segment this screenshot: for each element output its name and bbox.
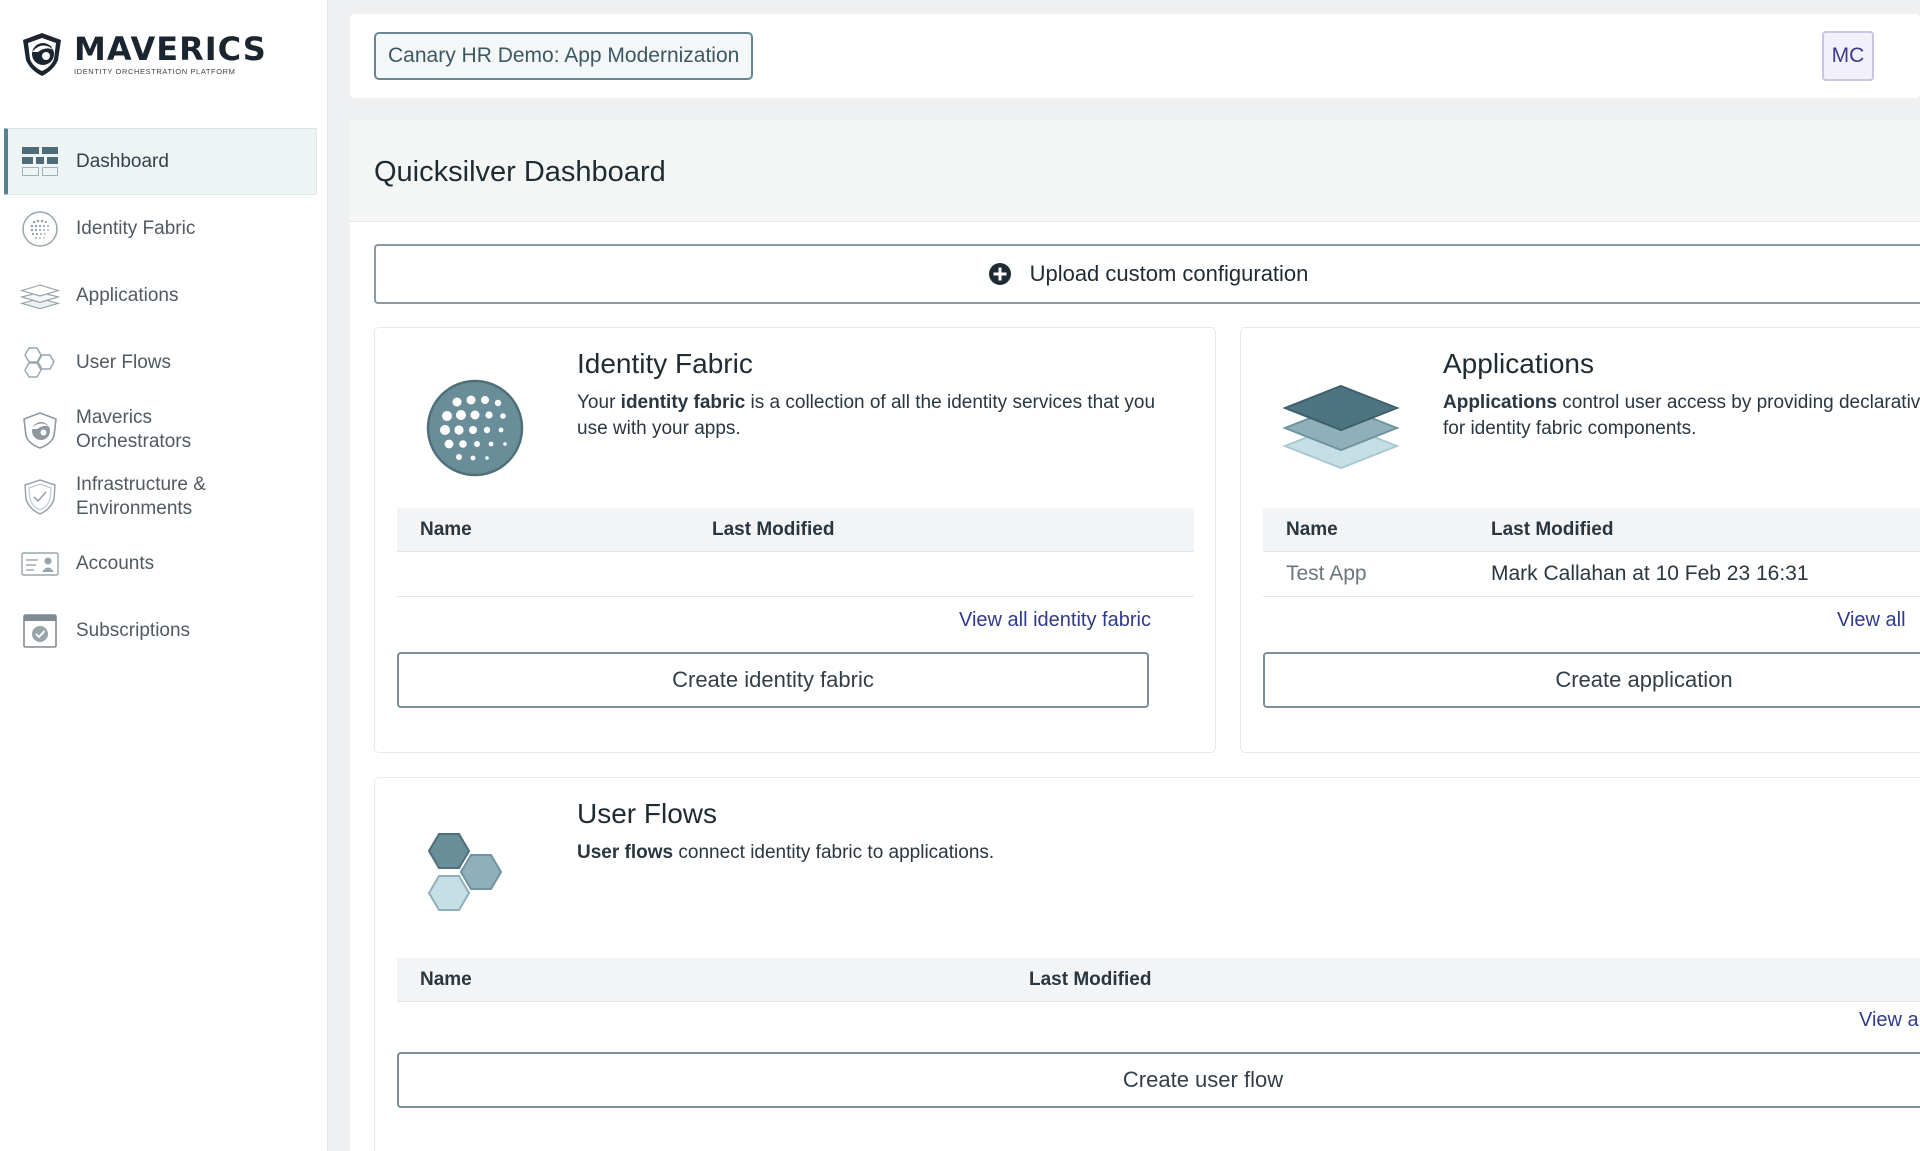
sidebar-item-label: Maverics Orchestrators	[76, 406, 192, 452]
desc-text: connect identity fabric to applications.	[673, 842, 995, 863]
upload-custom-configuration-button[interactable]: Upload custom configuration	[374, 244, 1920, 304]
app-root: MAVERICS IDENTITY ORCHESTRATION PLATFORM	[0, 0, 1920, 1151]
applications-table-header: Name Last Modified	[1263, 508, 1920, 552]
column-header-name[interactable]: Name	[420, 969, 472, 991]
column-header-last-modified[interactable]: Last Modified	[712, 519, 834, 541]
sidebar-item-applications[interactable]: Applications	[4, 262, 317, 329]
sidebar-item-subscriptions[interactable]: Subscriptions	[4, 597, 317, 664]
subscription-check-icon	[20, 611, 60, 651]
plus-circle-icon	[988, 263, 1011, 285]
workspace-selector-button[interactable]: Canary HR Demo: App Modernization	[374, 32, 754, 80]
dashboard-icon	[20, 142, 60, 182]
desc-bold: Applications	[1443, 392, 1558, 413]
page-title: Quicksilver Dashboard	[374, 156, 666, 188]
sidebar-item-label: User Flows	[76, 351, 172, 373]
user-avatar[interactable]: MC	[1822, 31, 1874, 81]
sidebar-item-dashboard[interactable]: Dashboard	[4, 128, 317, 195]
maverics-logo-icon	[23, 33, 61, 76]
table-row[interactable]: Test App Mark Callahan at 10 Feb 23 16:3…	[1263, 552, 1920, 597]
desc-bold: User flows	[577, 842, 674, 863]
sidebar-item-user-flows[interactable]: User Flows	[4, 329, 317, 396]
column-header-name[interactable]: Name	[1286, 519, 1338, 541]
desc-text: Your	[577, 392, 621, 413]
desc-text: control user access by providing declara…	[1557, 392, 1920, 413]
desc-text: for identity fabric components.	[1443, 418, 1697, 439]
layers-icon	[20, 276, 60, 316]
identity-fabric-title: Identity Fabric	[577, 348, 753, 379]
sidebar: MAVERICS IDENTITY ORCHESTRATION PLATFORM	[0, 0, 328, 1151]
identity-fabric-icon	[20, 209, 60, 249]
view-all-identity-fabric-link[interactable]: View all identity fabric	[959, 609, 1151, 632]
sidebar-item-maverics-orchestrators[interactable]: Maverics Orchestrators	[4, 396, 317, 463]
row-name-cell[interactable]: Test App	[1286, 562, 1367, 586]
sidebar-item-accounts[interactable]: Accounts	[4, 530, 317, 597]
user-flows-table-header: Name Last Modified	[397, 958, 1920, 1002]
identity-fabric-card: Identity Fabric Your identity fabric is …	[374, 327, 1216, 753]
user-flows-card: User Flows User flows connect identity f…	[374, 777, 1920, 1151]
hexagons-icon	[20, 343, 60, 383]
applications-description: Applications control user access by prov…	[1443, 390, 1920, 442]
user-flows-hexagons-icon	[427, 833, 503, 911]
column-header-last-modified[interactable]: Last Modified	[1029, 969, 1151, 991]
create-user-flow-button[interactable]: Create user flow	[397, 1052, 1920, 1108]
sidebar-item-identity-fabric[interactable]: Identity Fabric	[4, 195, 317, 262]
view-all-user-flows-link[interactable]: View all	[1859, 1009, 1920, 1032]
orchestrator-eye-icon	[20, 410, 60, 450]
upload-label: Upload custom configuration	[1029, 261, 1309, 286]
identity-fabric-description: Your identity fabric is a collection of …	[577, 390, 1187, 442]
brand-tagline: IDENTITY ORCHESTRATION PLATFORM	[74, 67, 236, 76]
sidebar-item-label: Subscriptions	[76, 619, 191, 641]
sidebar-nav: Dashboard Identity Fabric Applications U…	[4, 128, 317, 664]
shield-check-icon	[20, 477, 60, 517]
identity-fabric-globe-icon	[426, 379, 524, 477]
sidebar-item-label: Applications	[76, 284, 179, 306]
user-flows-title: User Flows	[577, 798, 718, 829]
sidebar-item-label: Dashboard	[76, 150, 169, 172]
user-flows-description: User flows connect identity fabric to ap…	[577, 840, 1477, 866]
applications-layers-icon	[1282, 384, 1400, 470]
top-header: Canary HR Demo: App Modernization MC	[350, 14, 1920, 98]
brand-name: MAVERICS	[74, 30, 267, 68]
identity-fabric-empty-row	[397, 552, 1194, 597]
sidebar-item-label: Infrastructure & Environments	[76, 473, 206, 519]
brand-logo[interactable]: MAVERICS IDENTITY ORCHESTRATION PLATFORM	[18, 30, 267, 78]
sidebar-item-label: Identity Fabric	[76, 217, 196, 239]
applications-title: Applications	[1443, 348, 1594, 379]
id-card-icon	[20, 544, 60, 584]
column-header-last-modified[interactable]: Last Modified	[1491, 519, 1613, 541]
main-panel: Quicksilver Dashboard Upload custom conf…	[350, 120, 1920, 1151]
create-application-button[interactable]: Create application	[1263, 652, 1920, 708]
identity-fabric-table-header: Name Last Modified	[397, 508, 1194, 552]
desc-bold: identity fabric	[620, 392, 746, 413]
page-title-bar: Quicksilver Dashboard	[350, 120, 1920, 222]
sidebar-item-infrastructure[interactable]: Infrastructure & Environments	[4, 463, 317, 530]
applications-card: Applications Applications control user a…	[1240, 327, 1920, 753]
create-identity-fabric-button[interactable]: Create identity fabric	[397, 652, 1149, 708]
view-all-applications-link[interactable]: View all	[1837, 609, 1906, 632]
row-modified-cell: Mark Callahan at 10 Feb 23 16:31	[1491, 562, 1809, 585]
sidebar-item-label: Accounts	[76, 552, 155, 574]
column-header-name[interactable]: Name	[420, 519, 472, 541]
